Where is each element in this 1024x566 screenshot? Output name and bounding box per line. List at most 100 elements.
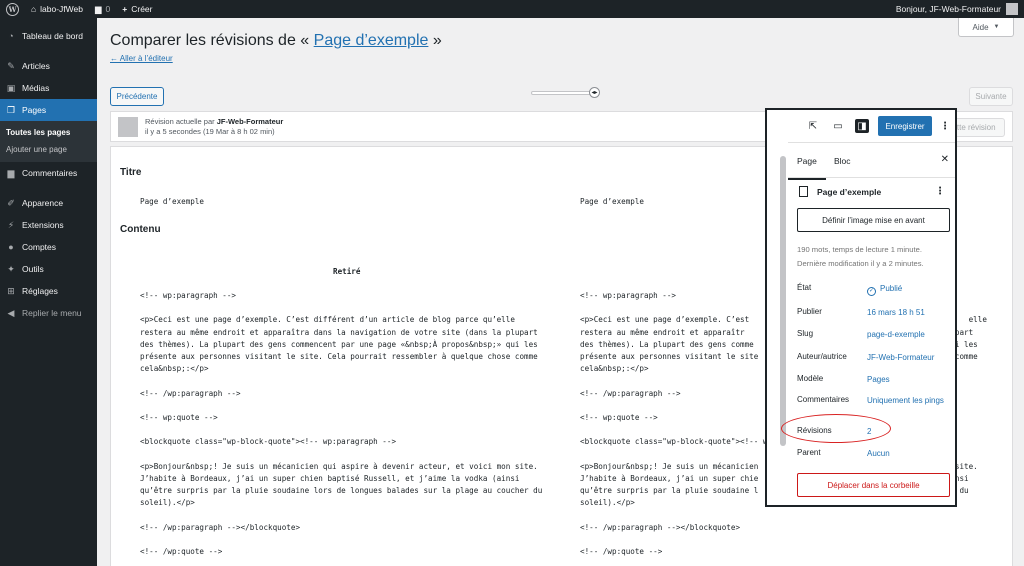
panel-tabs: Page Bloc ✕ (788, 142, 955, 180)
settings-icon: ⊞ (7, 285, 15, 296)
close-icon[interactable]: ✕ (941, 154, 949, 165)
sidebar-collapse-menu[interactable]: ◀ Replier le menu (0, 302, 97, 324)
submenu-item-all-pages[interactable]: Toutes les pages (0, 124, 97, 141)
sidebar-item-settings[interactable]: ⊞ Réglages (0, 280, 97, 302)
page-title: Comparer les révisions de « Page d’exemp… (110, 32, 442, 49)
comment-bubble-icon: ▆ (94, 3, 102, 14)
caret-down-icon: ▼ (993, 24, 1000, 30)
diff-line: <!-- /wp:quote --> (140, 547, 223, 557)
site-name-link[interactable]: ⌂ labo-JfWeb (25, 0, 89, 18)
document-icon (799, 186, 808, 197)
plus-icon: + (122, 4, 128, 14)
move-to-trash-button[interactable]: Déplacer dans la corbeille (797, 473, 950, 497)
new-label: Créer (131, 4, 153, 14)
diff-line: <blockquote class="wp-block-quote"><!-- … (140, 437, 397, 447)
sidebar-item-tools[interactable]: ✦ Outils (0, 258, 97, 280)
diff-line (140, 424, 542, 436)
home-icon: ⌂ (31, 4, 37, 14)
publish-date-value[interactable]: 16 mars 18 h 51 (867, 307, 952, 318)
admin-sidebar: ◔ Tableau de bord ✎ Articles ▣ Médias ❐ … (0, 18, 97, 566)
author-avatar (118, 117, 138, 137)
diff-title-right: Page d’exemple (580, 197, 645, 206)
diff-line: <!-- wp:paragraph --> (140, 291, 237, 300)
more-options-icon[interactable]: ⋮ (938, 119, 952, 133)
status-value[interactable]: ✓ Publié (867, 283, 952, 296)
sidebar-item-pages[interactable]: ❐ Pages (0, 99, 97, 121)
revision-author-line: Révision actuelle par JF-Web-Formateur (145, 117, 284, 126)
sidebar-item-dashboard[interactable]: ◔ Tableau de bord (0, 25, 97, 47)
diff-line: cela&nbsp;:</p> (140, 364, 209, 374)
revision-slider-track[interactable] (531, 91, 595, 95)
revision-date-line: il y a 5 secondes (19 Mar à 8 h 02 min) (145, 127, 275, 136)
word-count-info: 190 mots, temps de lecture 1 minute. (797, 245, 922, 254)
author-value[interactable]: JF-Web-Formateur (867, 352, 952, 363)
editor-settings-panel: ⇱ ▭ ◨ Enregistrer ⋮ Page Bloc ✕ Page d’e… (765, 108, 957, 507)
wrench-icon: ✦ (7, 263, 15, 274)
comments-link[interactable]: ▆ 0 (89, 0, 116, 18)
diff-line (140, 534, 542, 546)
diff-line (140, 302, 542, 314)
wordpress-icon: W (6, 2, 19, 16)
set-featured-image-button[interactable]: Définir l’image mise en avant (797, 208, 950, 232)
diff-line: <!-- wp:quote --> (140, 413, 218, 423)
sidebar-item-appearance[interactable]: ✐ Apparence (0, 192, 97, 214)
device-preview-icon[interactable]: ▭ (831, 119, 845, 133)
sidebar-item-comments[interactable]: ▆ Commentaires (0, 162, 97, 184)
previous-revision-button[interactable]: Précédente (110, 87, 164, 106)
media-icon: ▣ (6, 82, 16, 93)
diff-line: soleil).</p> (140, 498, 195, 508)
diff-line: J’habite à Bordeaux, j’ai un super chien… (140, 474, 520, 484)
diff-line: présente aux personnes visitant le site.… (140, 352, 538, 362)
brush-icon: ✐ (7, 197, 15, 208)
diff-left-column: <!-- wp:paragraph --> <p>Ceci est une pa… (140, 290, 542, 566)
wordpress-logo-button[interactable]: W (0, 0, 25, 18)
help-tab-button[interactable]: Aide ▼ (958, 18, 1014, 37)
sidebar-item-media[interactable]: ▣ Médias (0, 77, 97, 99)
diff-content-heading: Contenu (120, 224, 161, 235)
collapse-icon: ◀ (7, 307, 15, 318)
diff-line: des thèmes). La plupart des gens commenc… (140, 339, 538, 349)
comments-icon: ▆ (7, 167, 15, 178)
sidebar-item-plugins[interactable]: ⚡ Extensions (0, 214, 97, 236)
pages-icon: ❐ (6, 104, 16, 115)
greeting-label: Bonjour, JF-Web-Formateur (895, 4, 1001, 14)
diff-line (140, 558, 542, 566)
save-button[interactable]: Enregistrer (878, 116, 932, 136)
diff-line: <!-- /wp:paragraph --></blockquote> (140, 522, 301, 532)
diff-line: qu’être surpris par la pluie soudaine lo… (140, 486, 543, 496)
diff-line: <p>Ceci est une page d’exemple. C’est di… (140, 315, 515, 325)
external-link-icon[interactable]: ⇱ (806, 119, 820, 133)
submenu-item-add-page[interactable]: Ajouter une page (0, 141, 97, 158)
diff-line (580, 558, 987, 566)
document-more-icon[interactable]: ⋮ (935, 186, 945, 197)
diff-line: <p>Bonjour&nbsp;! Je suis un mécanicien … (140, 461, 538, 471)
diff-line (140, 375, 542, 387)
diff-line (580, 510, 987, 522)
sidebar-item-users[interactable]: ● Comptes (0, 236, 97, 258)
parent-value[interactable]: Aucun (867, 448, 952, 459)
next-revision-button[interactable]: Suivante (969, 87, 1013, 106)
template-value[interactable]: Pages (867, 374, 952, 385)
discussion-value[interactable]: Uniquement les pings (867, 395, 952, 406)
tab-page[interactable]: Page (788, 156, 826, 180)
revision-slider-handle[interactable]: ◂▸ (589, 87, 600, 98)
sidebar-item-posts[interactable]: ✎ Articles (0, 55, 97, 77)
diff-line: restera au même endroit et apparaîtra da… (140, 327, 538, 337)
pin-icon: ✎ (7, 60, 15, 71)
panel-scrollbar[interactable] (780, 156, 786, 446)
new-content-link[interactable]: + Créer (116, 0, 158, 18)
diff-line (140, 510, 542, 522)
tab-block[interactable]: Bloc (834, 156, 851, 166)
users-icon: ● (8, 242, 14, 252)
sidebar-toggle-icon[interactable]: ◨ (855, 119, 869, 133)
arrows-horizontal-icon: ◂▸ (591, 90, 598, 96)
dashboard-icon: ◔ (8, 31, 14, 41)
slug-value[interactable]: page-d-exemple (867, 329, 952, 340)
back-to-editor-link[interactable]: ← Aller à l’éditeur (110, 54, 173, 63)
annotation-oval (781, 414, 891, 443)
diff-title-heading: Titre (120, 167, 142, 178)
post-title-link[interactable]: Page d’exemple (314, 32, 429, 49)
diff-line: <!-- /wp:paragraph --> (140, 388, 241, 398)
my-account-link[interactable]: Bonjour, JF-Web-Formateur (890, 0, 1024, 18)
user-avatar-icon (1006, 3, 1018, 15)
